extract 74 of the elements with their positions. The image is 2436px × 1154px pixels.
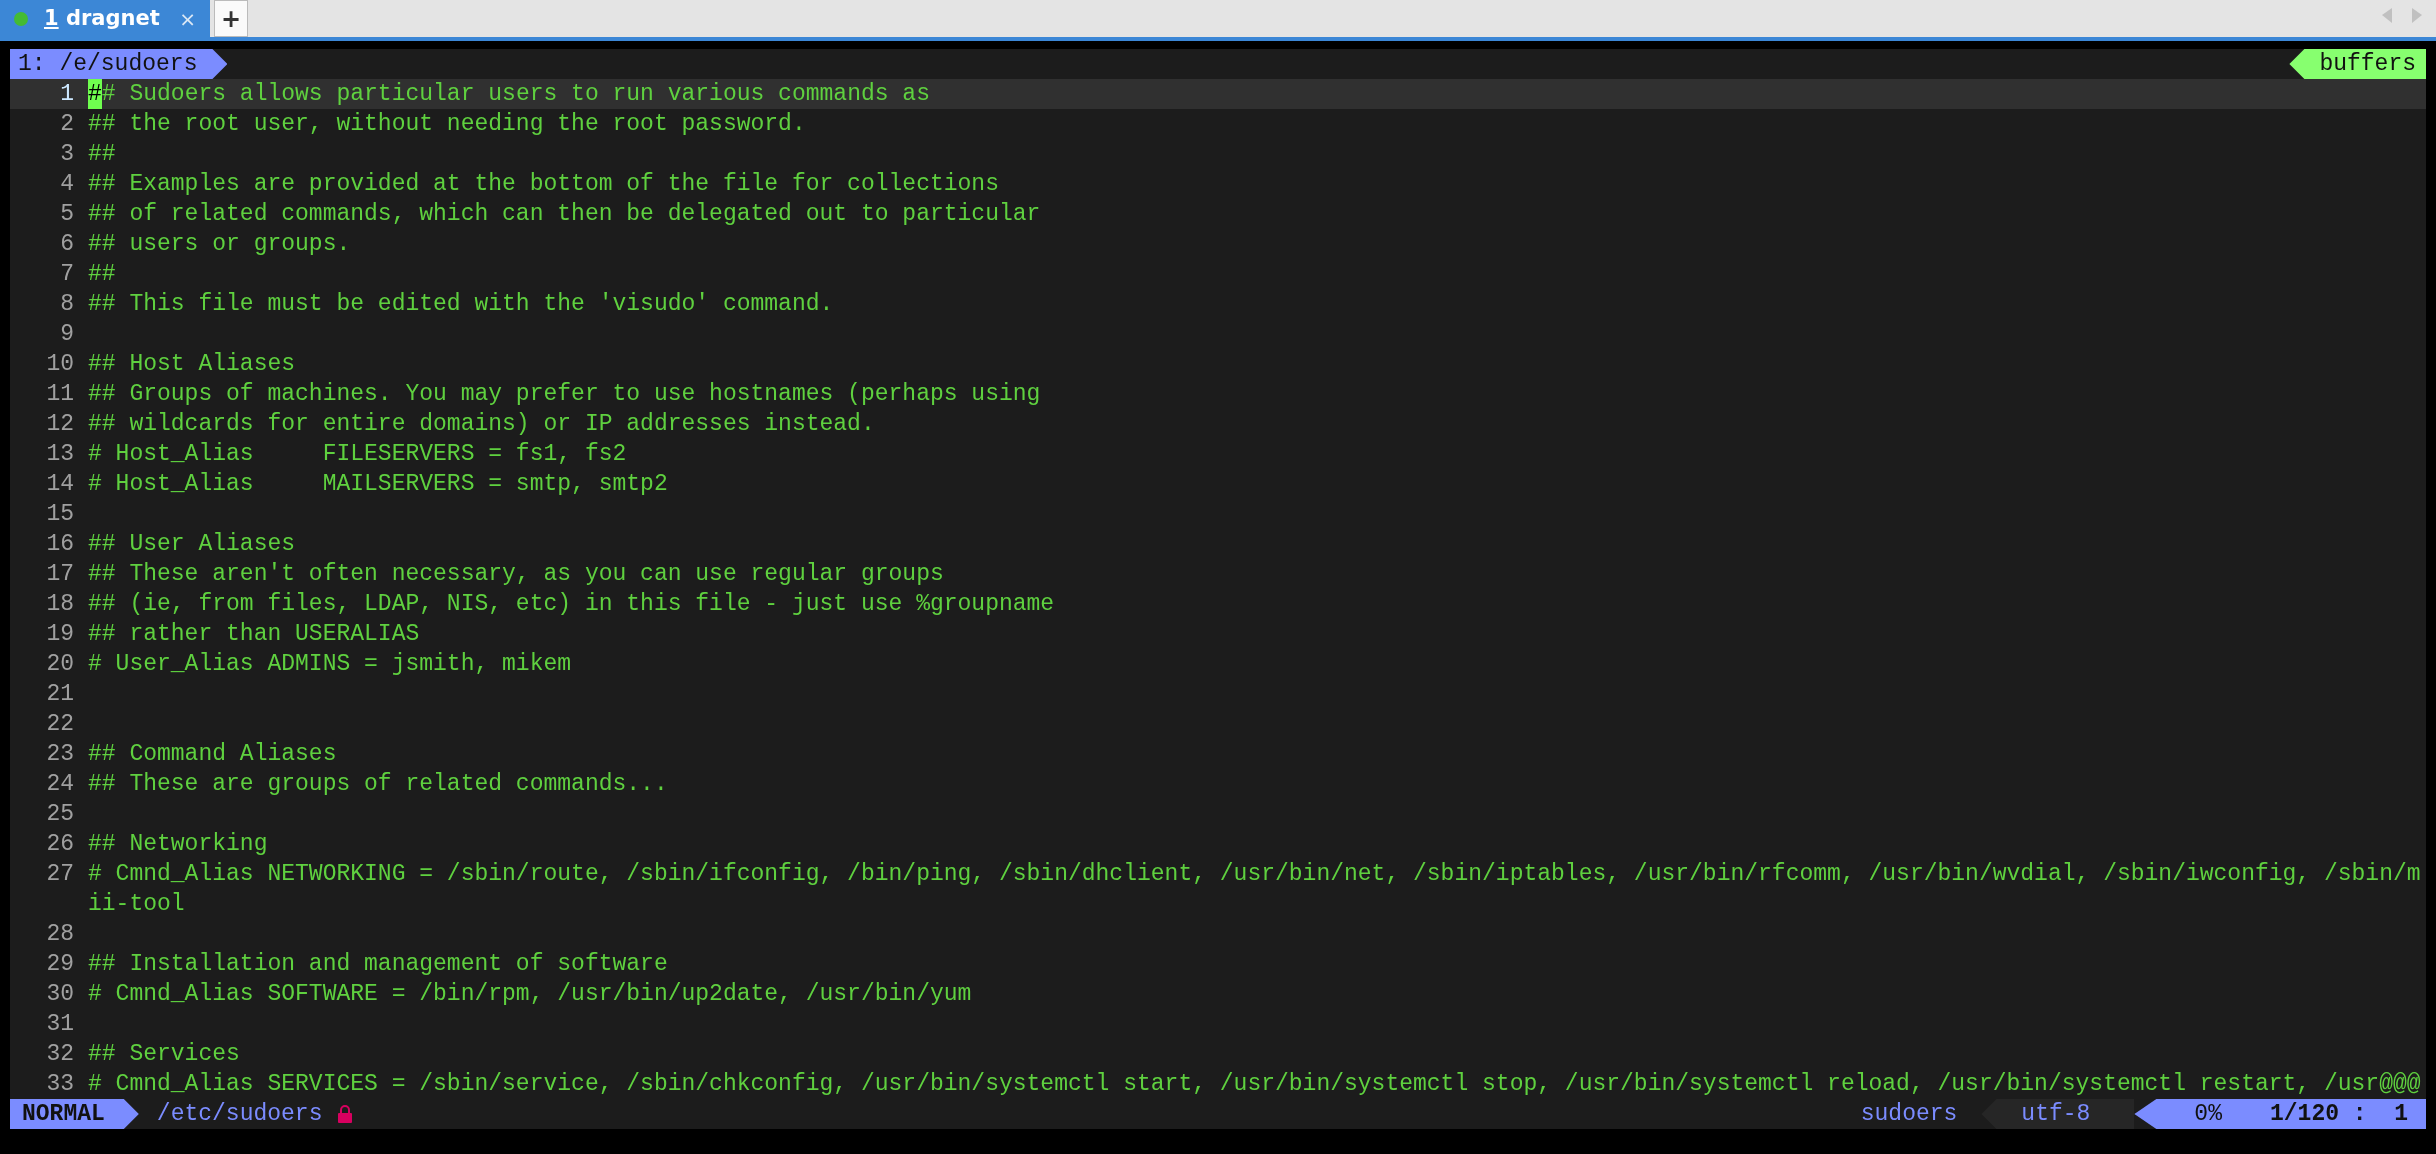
line-number: 30	[45, 980, 75, 1009]
line-number: 27	[45, 860, 75, 889]
code-line: ## Installation and management of software	[88, 950, 668, 979]
line-number: 14	[45, 470, 75, 499]
scroll-left-icon[interactable]	[2382, 8, 2392, 23]
tab-title: 1 dragnet	[44, 4, 161, 32]
line-number: 12	[45, 410, 75, 439]
file-type: sudoers	[1860, 1100, 1958, 1129]
line-number: 9	[59, 320, 75, 349]
line-number: 24	[45, 770, 75, 799]
line-number: 19	[45, 620, 75, 649]
line-number: 5	[59, 200, 75, 229]
line-number: 22	[45, 710, 75, 739]
code-line: ## These aren't often necessary, as you can use regular groups	[88, 560, 944, 589]
line-number: 17	[45, 560, 75, 589]
line-number: 11	[45, 380, 75, 409]
line-number: 33	[45, 1070, 75, 1099]
code-line: # Cmnd_Alias SERVICES = /sbin/service, /sbin/chkconfig, /usr/bin/systemctl start, /usr/bin/systemctl stop, /usr/bin/systemctl reload, /usr/bin/systemctl restart, /usr@@@	[88, 1070, 2421, 1099]
code-line: # Cmnd_Alias NETWORKING = /sbin/route, /sbin/ifconfig, /bin/ping, /sbin/dhclient, /usr/bin/net, /sbin/iptables, /usr/bin/rfcomm, /usr/bin/wvdial, /sbin/iwconfig, /sbin/m	[88, 860, 2421, 889]
line-number: 25	[45, 800, 75, 829]
line-number: 21	[45, 680, 75, 709]
line-number: 8	[59, 290, 75, 319]
line-number: 2	[59, 110, 75, 139]
code-line: ## (ie, from files, LDAP, NIS, etc) in this file - just use %groupname	[88, 590, 1055, 619]
code-line: ##	[88, 140, 116, 169]
line-number: 15	[45, 500, 75, 529]
file-path: /etc/sudoers	[155, 1100, 323, 1129]
code-line: # Host_Alias MAILSERVERS = smtp, smtp2	[88, 470, 668, 499]
line-number: 23	[45, 740, 75, 769]
line-number: 32	[45, 1040, 75, 1069]
code-line: ## Groups of machines. You may prefer to use hostnames (perhaps using	[88, 380, 1041, 409]
buffer-tab[interactable]: 1: /e/sudoers	[10, 49, 228, 79]
code-line: ## Examples are provided at the bottom of the file for collections	[88, 170, 999, 199]
code-line: ## These are groups of related commands...	[88, 770, 668, 799]
buffers-label: buffers	[2289, 49, 2426, 79]
code-line: ## the root user, without needing the root password.	[88, 110, 806, 139]
line-number: 26	[45, 830, 75, 859]
line-number: 16	[45, 530, 75, 559]
file-encoding: utf-8	[1981, 1099, 2135, 1129]
code-line: ## wildcards for entire domains) or IP addresses instead.	[88, 410, 875, 439]
code-line: ##	[88, 260, 116, 289]
code-line: ## Services	[88, 1040, 240, 1069]
code-line: # Sudoers allows particular users to run various commands as	[101, 80, 930, 109]
code-line: ## Networking	[88, 830, 268, 859]
line-number: 20	[45, 650, 75, 679]
cursor-position: 1/120 : 1	[2269, 1100, 2408, 1129]
line-number: 3	[59, 140, 75, 169]
line-number: 7	[59, 260, 75, 289]
line-number: 28	[45, 920, 75, 949]
scroll-percent: 0%	[2194, 1100, 2222, 1129]
code-line: ## of related commands, which can then be delegated out to particular	[88, 200, 1041, 229]
code-line: ## User Aliases	[88, 530, 296, 559]
code-line: ## Command Aliases	[88, 740, 337, 769]
new-tab-button[interactable]: +	[214, 0, 248, 37]
code-line: # Host_Alias FILESERVERS = fs1, fs2	[88, 440, 627, 469]
code-line: # User_Alias ADMINS = jsmith, mikem	[88, 650, 572, 679]
text-cursor: #	[88, 79, 102, 109]
code-line: ## users or groups.	[88, 230, 351, 259]
line-number: 4	[59, 170, 75, 199]
scroll-right-icon[interactable]	[2412, 8, 2422, 23]
code-line: ## This file must be edited with the 'visudo' command.	[88, 290, 834, 319]
code-line: ## Host Aliases	[88, 350, 296, 379]
code-line: ## rather than USERALIAS	[88, 620, 420, 649]
line-number: 1	[59, 80, 75, 109]
terminal-tab[interactable]: 1 dragnet ×	[0, 0, 210, 37]
mode-indicator: NORMAL	[10, 1099, 139, 1129]
line-number: 13	[45, 440, 75, 469]
code-line: ii-tool	[88, 890, 185, 919]
line-number: 18	[45, 590, 75, 619]
line-number: 31	[45, 1010, 75, 1039]
line-number: 10	[45, 350, 75, 379]
line-number: 6	[59, 230, 75, 259]
line-number: 29	[45, 950, 75, 979]
code-line: # Cmnd_Alias SOFTWARE = /bin/rpm, /usr/bin/up2date, /usr/bin/yum	[88, 980, 972, 1009]
